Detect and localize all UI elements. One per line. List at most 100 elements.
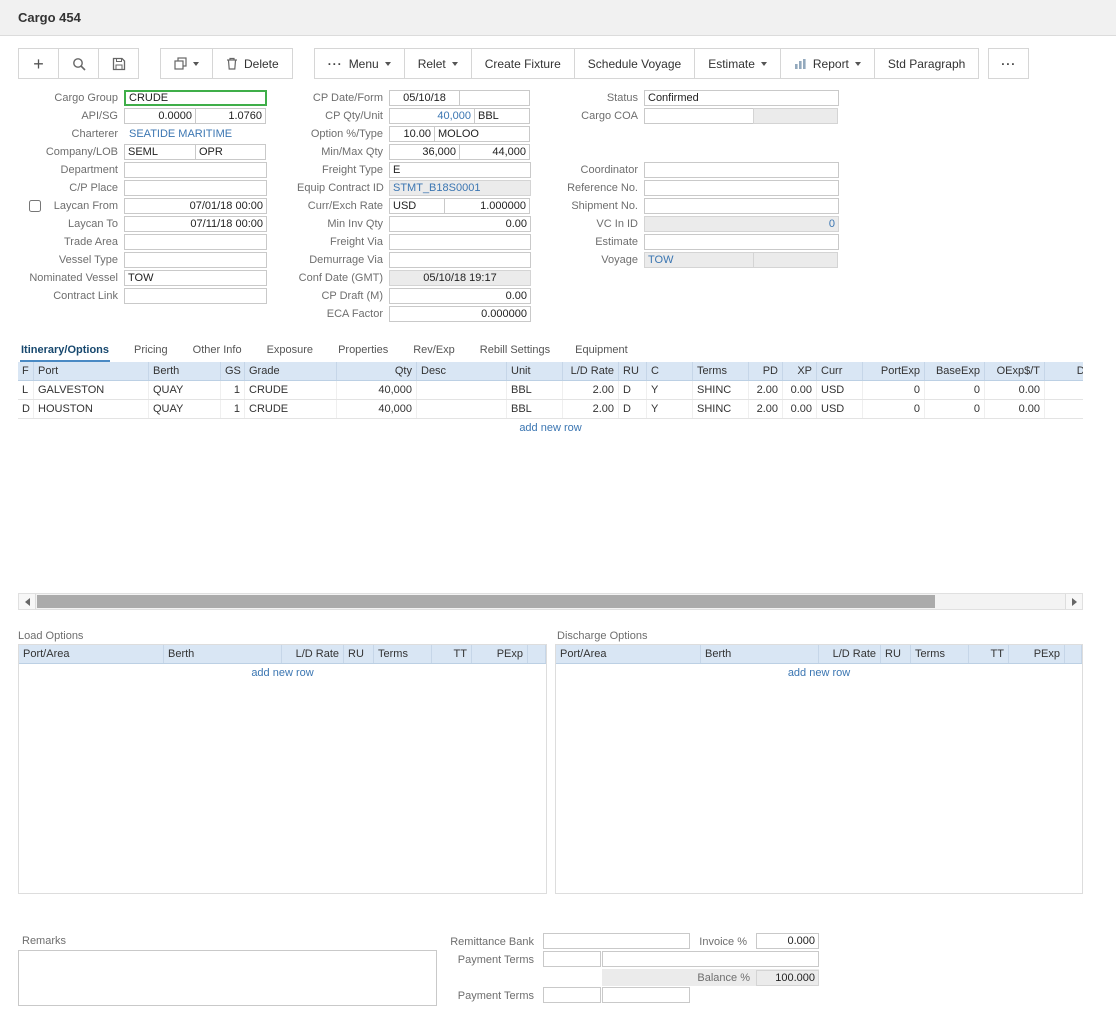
contract-link-input[interactable]: [124, 288, 267, 304]
table-cell[interactable]: L: [18, 381, 34, 399]
laycan-from-input[interactable]: 07/01/18 00:00: [124, 198, 267, 214]
table-cell[interactable]: 0.00: [985, 400, 1045, 418]
scroll-left-button[interactable]: [19, 594, 36, 609]
cargo-coa-input[interactable]: [644, 108, 754, 124]
voyage-link[interactable]: TOW: [644, 252, 754, 268]
cp-place-input[interactable]: [124, 180, 267, 196]
table-cell[interactable]: [417, 381, 507, 399]
table-cell[interactable]: D: [18, 400, 34, 418]
table-cell[interactable]: 0: [925, 400, 985, 418]
eca-factor-input[interactable]: 0.000000: [389, 306, 531, 322]
min-inv-qty-input[interactable]: 0.00: [389, 216, 531, 232]
table-cell[interactable]: CRUDE: [245, 381, 337, 399]
coordinator-input[interactable]: [644, 162, 839, 178]
search-button[interactable]: [58, 48, 99, 79]
cp-unit-input[interactable]: BBL: [474, 108, 530, 124]
table-cell[interactable]: QUAY: [149, 400, 221, 418]
payment-terms-2-code-input[interactable]: [543, 987, 601, 1003]
sg-input[interactable]: 1.0760: [195, 108, 266, 124]
estimate-input[interactable]: [644, 234, 839, 250]
relet-button[interactable]: Relet: [404, 48, 472, 79]
vc-in-id-link[interactable]: 0: [644, 216, 839, 232]
charterer-link[interactable]: SEATIDE MARITIME: [124, 126, 267, 142]
reference-no-input[interactable]: [644, 180, 839, 196]
table-cell[interactable]: D: [619, 400, 647, 418]
table-cell[interactable]: 2.00: [749, 381, 783, 399]
scroll-right-button[interactable]: [1065, 594, 1082, 609]
std-paragraph-button[interactable]: Std Paragraph: [874, 48, 979, 79]
cp-date-input[interactable]: 05/10/18: [389, 90, 460, 106]
table-cell[interactable]: 0: [863, 381, 925, 399]
vessel-type-input[interactable]: [124, 252, 267, 268]
add-new-row-link[interactable]: add new row: [18, 419, 1083, 438]
table-cell[interactable]: 2.00: [563, 381, 619, 399]
tab-exposure[interactable]: Exposure: [266, 341, 314, 363]
table-cell[interactable]: 2.00: [563, 400, 619, 418]
payment-terms-2-desc-input[interactable]: [602, 987, 690, 1003]
table-cell[interactable]: USD: [817, 400, 863, 418]
cp-form-input[interactable]: [459, 90, 530, 106]
nominated-vessel-input[interactable]: TOW: [124, 270, 267, 286]
horizontal-scrollbar[interactable]: [18, 593, 1083, 610]
table-cell[interactable]: SHINC: [693, 400, 749, 418]
schedule-voyage-button[interactable]: Schedule Voyage: [574, 48, 695, 79]
estimate-button[interactable]: Estimate: [694, 48, 781, 79]
table-cell[interactable]: Y: [647, 400, 693, 418]
add-new-row-link[interactable]: add new row: [19, 664, 546, 683]
tab-properties[interactable]: Properties: [337, 341, 389, 363]
invoice-pct-input[interactable]: 0.000: [756, 933, 819, 949]
delete-button[interactable]: Delete: [212, 48, 293, 79]
table-cell[interactable]: D: [619, 381, 647, 399]
option-type-input[interactable]: MOLOO: [434, 126, 530, 142]
table-cell[interactable]: BBL: [507, 400, 563, 418]
table-cell[interactable]: GALVESTON: [34, 381, 149, 399]
remarks-textarea[interactable]: [18, 950, 437, 1006]
laycan-from-checkbox[interactable]: [29, 200, 41, 212]
table-cell[interactable]: QUAY: [149, 381, 221, 399]
report-button[interactable]: Report: [780, 48, 875, 79]
scrollbar-track[interactable]: [36, 594, 1065, 609]
equip-contract-id-link[interactable]: STMT_B18S0001: [389, 180, 531, 196]
table-cell[interactable]: CRUDE: [245, 400, 337, 418]
more-button[interactable]: ···: [988, 48, 1029, 79]
new-button[interactable]: +: [18, 48, 59, 79]
table-cell[interactable]: BBL: [507, 381, 563, 399]
table-cell[interactable]: 40,000: [337, 400, 417, 418]
payment-terms-1-desc-input[interactable]: [602, 951, 819, 967]
copy-dropdown-button[interactable]: [160, 48, 213, 79]
shipment-no-input[interactable]: [644, 198, 839, 214]
table-cell[interactable]: Y: [647, 381, 693, 399]
lob-input[interactable]: OPR: [195, 144, 266, 160]
save-button[interactable]: [98, 48, 139, 79]
demurrage-via-input[interactable]: [389, 252, 531, 268]
max-qty-input[interactable]: 44,000: [459, 144, 530, 160]
tab-itinerary-options[interactable]: Itinerary/Options: [20, 341, 110, 363]
table-cell[interactable]: HOUSTON: [34, 400, 149, 418]
table-cell[interactable]: USD: [817, 381, 863, 399]
tab-equipment[interactable]: Equipment: [574, 341, 629, 363]
menu-button[interactable]: ··· Menu: [314, 48, 405, 79]
cp-qty-input[interactable]: 40,000: [389, 108, 475, 124]
payment-terms-1-code-input[interactable]: [543, 951, 601, 967]
table-cell[interactable]: [417, 400, 507, 418]
company-input[interactable]: SEML: [124, 144, 196, 160]
table-cell[interactable]: 0: [863, 400, 925, 418]
cp-draft-input[interactable]: 0.00: [389, 288, 531, 304]
department-input[interactable]: [124, 162, 267, 178]
option-pct-input[interactable]: 10.00: [389, 126, 435, 142]
status-input[interactable]: Confirmed: [644, 90, 839, 106]
table-cell[interactable]: 0.00: [783, 381, 817, 399]
freight-type-input[interactable]: E: [389, 162, 531, 178]
currency-input[interactable]: USD: [389, 198, 445, 214]
cargo-group-input[interactable]: CRUDE: [124, 90, 267, 106]
table-cell[interactable]: 0.00: [783, 400, 817, 418]
tab-other-info[interactable]: Other Info: [192, 341, 243, 363]
scrollbar-thumb[interactable]: [37, 595, 935, 608]
laycan-to-input[interactable]: 07/11/18 00:00: [124, 216, 267, 232]
create-fixture-button[interactable]: Create Fixture: [471, 48, 575, 79]
exch-rate-input[interactable]: 1.000000: [444, 198, 530, 214]
tab-rebill-settings[interactable]: Rebill Settings: [479, 341, 551, 363]
tab-rev-exp[interactable]: Rev/Exp: [412, 341, 456, 363]
trade-area-input[interactable]: [124, 234, 267, 250]
table-cell[interactable]: 1: [221, 400, 245, 418]
